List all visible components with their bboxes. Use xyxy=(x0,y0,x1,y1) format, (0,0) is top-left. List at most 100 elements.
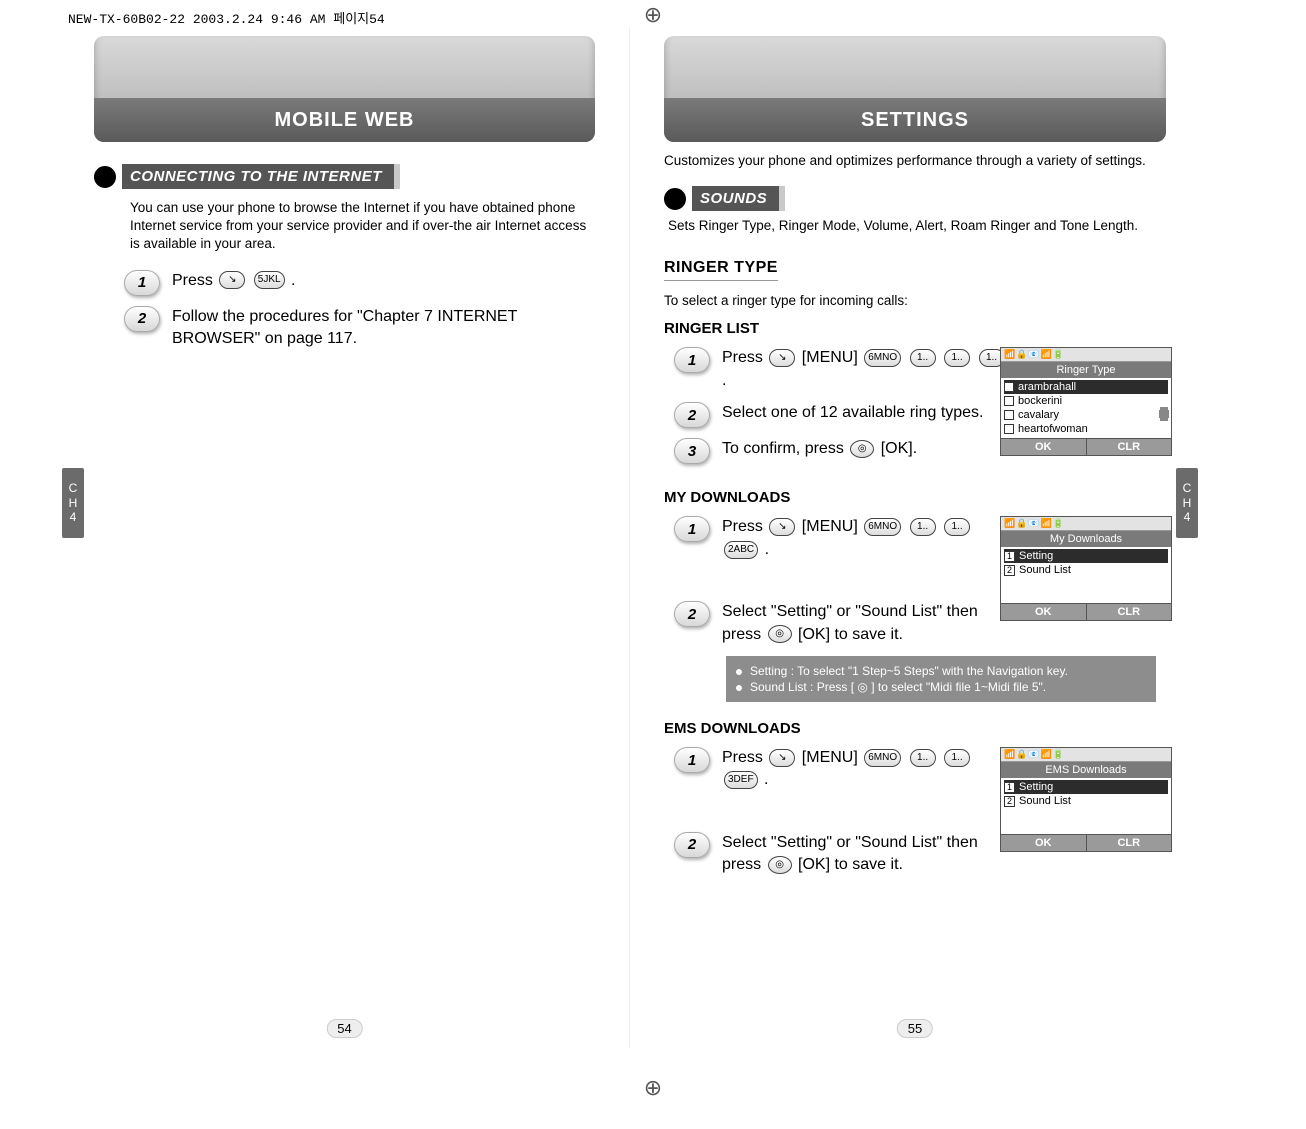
step-text: Select "Setting" or "Sound List" then pr… xyxy=(722,601,1012,646)
page-title-left: MOBILE WEB xyxy=(275,109,415,132)
step-text: Select one of 12 available ring types. xyxy=(722,402,984,424)
softkey-icon: ↘ xyxy=(769,749,795,767)
left-step-1: 1 Press ↘ 5JKL . xyxy=(124,270,595,296)
status-bar-icon: 📶🔒📧📶🔋 xyxy=(1001,517,1171,531)
tip-text: Sound List : Press [ ◎ ] to select "Midi… xyxy=(750,680,1046,694)
screen-title: Ringer Type xyxy=(1001,362,1171,378)
list-item[interactable]: cavalary xyxy=(1004,408,1168,422)
chapter-tab-text: C xyxy=(69,481,78,495)
step-text: Press ↘ [MENU] 6MNO 1.. 1.. 3DEF . xyxy=(722,747,1012,792)
crop-mark-top-icon: ⊕ xyxy=(644,2,662,28)
page-left: MOBILE WEB CONNECTING TO THE INTERNET Yo… xyxy=(60,28,630,1048)
section-bullet-icon xyxy=(664,188,686,210)
keypad-1-icon: 1.. xyxy=(944,518,970,536)
softkey-clr[interactable]: CLR xyxy=(1087,438,1172,455)
step-number: 1 xyxy=(674,747,710,773)
step-number: 2 xyxy=(674,832,710,858)
phone-screen-mydownloads: 📶🔒📧📶🔋 My Downloads 1Setting 2Sound List … xyxy=(1000,516,1172,621)
list-item[interactable]: 1Setting xyxy=(1004,549,1168,563)
ringer-type-note: To select a ringer type for incoming cal… xyxy=(664,293,1166,308)
step-text: Press ↘ [MENU] 6MNO 1.. 1.. 2ABC . xyxy=(722,516,1012,561)
title-tab-left: MOBILE WEB xyxy=(94,36,595,142)
checkbox-icon xyxy=(1004,424,1014,434)
checkbox-icon xyxy=(1004,396,1014,406)
step-text-part: To confirm, press xyxy=(722,440,848,457)
softkey-ok[interactable]: OK xyxy=(1001,834,1087,851)
list-item[interactable]: bockerini xyxy=(1004,394,1168,408)
ok-key-icon: ◎ xyxy=(768,856,792,874)
screen-title: EMS Downloads xyxy=(1001,762,1171,778)
page-number-left: 54 xyxy=(326,1019,362,1038)
bullet-icon xyxy=(736,685,742,691)
keypad-1-icon: 1.. xyxy=(944,749,970,767)
list-item-label: Sound List xyxy=(1019,795,1071,807)
section-intro-right: Sets Ringer Type, Ringer Mode, Volume, A… xyxy=(668,217,1166,235)
section-title-right: SOUNDS xyxy=(692,186,785,211)
chapter-tab-left: C H 4 xyxy=(62,468,84,538)
print-header: NEW-TX-60B02-22 2003.2.24 9:46 AM 페이지54 xyxy=(68,8,385,27)
list-item[interactable]: arambrahall xyxy=(1004,380,1168,394)
list-item-label: heartofwoman xyxy=(1018,423,1088,435)
list-item-label: arambrahall xyxy=(1018,381,1076,393)
step-text-part: . xyxy=(291,272,295,289)
softkey-icon: ↘ xyxy=(769,518,795,536)
number-box-icon: 2 xyxy=(1004,565,1015,576)
list-item-label: Sound List xyxy=(1019,564,1071,576)
scrollbar[interactable] xyxy=(1159,410,1169,418)
step-text-part: . xyxy=(765,541,769,558)
crop-mark-bottom-icon: ⊕ xyxy=(644,1075,662,1101)
ringer-type-heading: RINGER TYPE xyxy=(664,259,778,281)
chapter-tab-text: H xyxy=(1183,496,1192,510)
step-text: Press ↘ 5JKL . xyxy=(172,270,296,292)
step-number: 3 xyxy=(674,438,710,464)
softkey-ok[interactable]: OK xyxy=(1001,438,1087,455)
intro-text-right: Customizes your phone and optimizes perf… xyxy=(664,152,1166,170)
step-text: Press ↘ [MENU] 6MNO 1.. 1.. 1.. . xyxy=(722,347,1012,392)
chapter-tab-text: 4 xyxy=(70,510,77,524)
page-spread: MOBILE WEB CONNECTING TO THE INTERNET Yo… xyxy=(60,28,1200,1048)
list-item-label: Setting xyxy=(1019,550,1053,562)
tip-box: Setting : To select "1 Step~5 Steps" wit… xyxy=(726,656,1156,702)
softkey-clr[interactable]: CLR xyxy=(1087,834,1172,851)
step-text: To confirm, press ◎ [OK]. xyxy=(722,438,917,460)
chapter-tab-text: H xyxy=(69,496,78,510)
phone-screen-ems: 📶🔒📧📶🔋 EMS Downloads 1 Setting 2Sound List… xyxy=(1000,747,1172,852)
step-text-part: . xyxy=(764,771,768,788)
keypad-6-icon: 6MNO xyxy=(864,518,901,536)
menu-label: [MENU] xyxy=(802,518,858,535)
keypad-6-icon: 6MNO xyxy=(864,749,901,767)
list-item[interactable]: 1 Setting xyxy=(1004,780,1168,794)
keypad-1-icon: 1.. xyxy=(910,749,936,767)
status-bar-icon: 📶🔒📧📶🔋 xyxy=(1001,348,1171,362)
softkey-clr[interactable]: CLR xyxy=(1087,603,1172,620)
step-number: 1 xyxy=(674,516,710,542)
status-bar-icon: 📶🔒📧📶🔋 xyxy=(1001,748,1171,762)
left-step-2: 2 Follow the procedures for "Chapter 7 I… xyxy=(124,306,595,351)
keypad-2-icon: 2ABC xyxy=(724,541,758,559)
list-item-label: Setting xyxy=(1019,781,1053,793)
number-box-icon: 1 xyxy=(1004,782,1015,793)
screen-title: My Downloads xyxy=(1001,531,1171,547)
checkbox-checked-icon xyxy=(1004,382,1014,392)
list-item[interactable]: 2Sound List xyxy=(1004,794,1168,808)
list-item[interactable]: 2 Sound List xyxy=(1004,563,1168,577)
keypad-6-icon: 6MNO xyxy=(864,349,901,367)
step-text-part: Press xyxy=(722,749,767,766)
step-text-part: [OK] to save it. xyxy=(798,626,903,643)
keypad-3-icon: 3DEF xyxy=(724,771,758,789)
step-text: Follow the procedures for "Chapter 7 INT… xyxy=(172,306,532,351)
section-title-left: CONNECTING TO THE INTERNET xyxy=(122,164,400,189)
step-text-part: [OK] to save it. xyxy=(798,856,903,873)
checkbox-icon xyxy=(1004,410,1014,420)
list-item-label: cavalary xyxy=(1018,409,1059,421)
step-text-part: Press xyxy=(722,349,767,366)
list-item-label: bockerini xyxy=(1018,395,1062,407)
section-bullet-icon xyxy=(94,166,116,188)
list-item[interactable]: heartofwoman xyxy=(1004,422,1168,436)
chapter-tab-right: C H 4 xyxy=(1176,468,1198,538)
ems-downloads-heading: EMS DOWNLOADS xyxy=(664,720,1166,737)
step-text-part: Press xyxy=(172,272,217,289)
step-number: 1 xyxy=(674,347,710,373)
bullet-icon xyxy=(736,669,742,675)
softkey-ok[interactable]: OK xyxy=(1001,603,1087,620)
